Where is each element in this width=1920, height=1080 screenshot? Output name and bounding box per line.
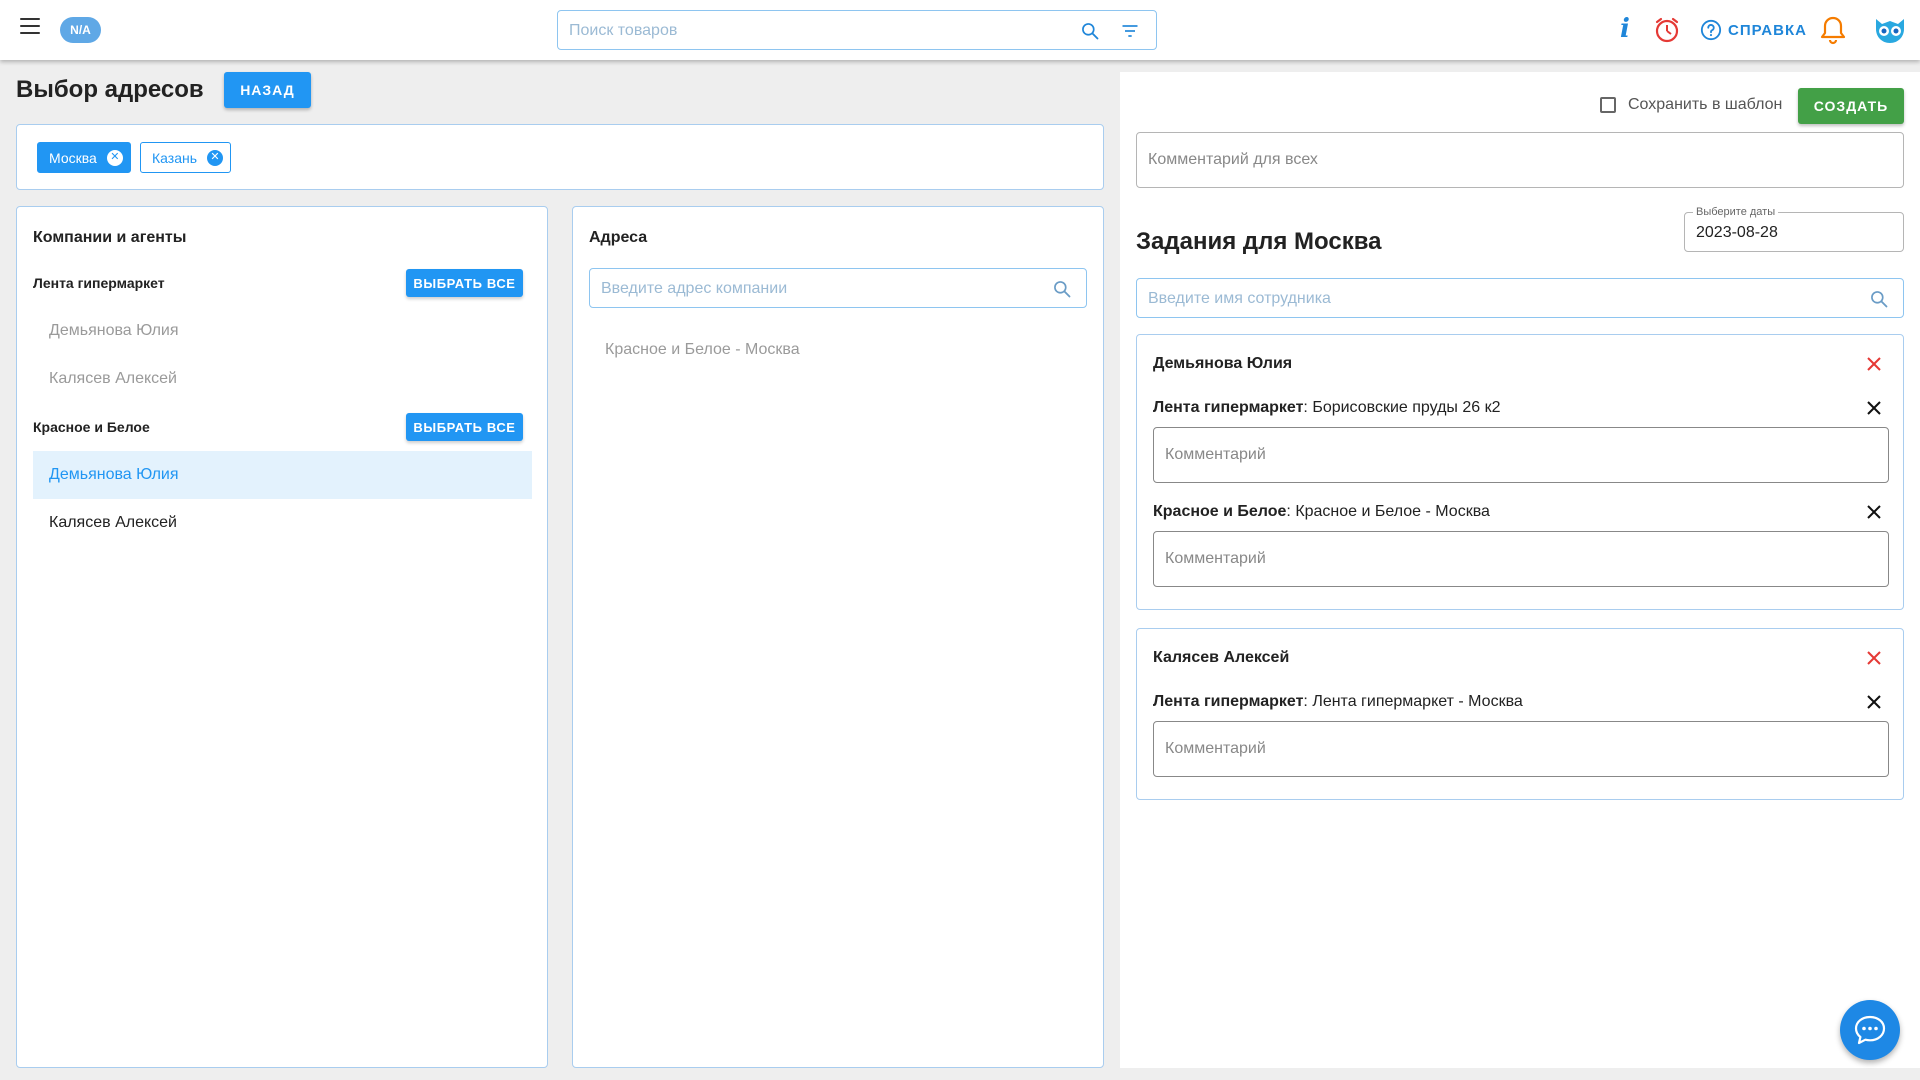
employee-name: Демьянова Юлия [1153,355,1293,372]
page-title: Выбор адресов [16,76,204,103]
close-icon[interactable]: ✕ [106,149,123,166]
addresses-panel: Адреса Красное и Белое - Москва [572,206,1104,1068]
menu-icon[interactable] [20,18,40,38]
help-link[interactable]: СПРАВКА [1700,18,1807,42]
search-icon[interactable] [1869,289,1889,309]
agent-item[interactable]: Демьянова Юлия [33,307,532,355]
close-icon[interactable] [1865,399,1883,417]
employee-search-input[interactable] [1148,288,1848,310]
back-button[interactable]: НАЗАД [224,72,311,108]
agent-item[interactable]: Калясев Алексей [33,499,532,547]
task-line: Лента гипермаркет: Борисовские пруды 26 … [1153,399,1501,417]
tasks-panel: Сохранить в шаблон СОЗДАТЬ Задания для М… [1120,72,1920,1068]
save-template-label: Сохранить в шаблон [1628,96,1783,113]
task-address: : Красное и Белое - Москва [1286,503,1490,520]
task-company: Лента гипермаркет [1153,693,1304,710]
search-icon[interactable] [1080,21,1100,41]
filter-icon[interactable] [1120,21,1140,41]
select-all-button[interactable]: ВЫБРАТЬ ВСЕ [406,413,523,441]
help-label: СПРАВКА [1728,21,1807,39]
task-line: Лента гипермаркет: Лента гипермаркет - М… [1153,693,1523,711]
task-line: Красное и Белое: Красное и Белое - Москв… [1153,503,1490,521]
addresses-panel-title: Адреса [589,229,648,246]
city-chip-moscow[interactable]: Москва ✕ [37,142,131,173]
address-item[interactable]: Красное и Белое - Москва [605,341,800,359]
city-chip-kazan[interactable]: Казань ✕ [140,142,232,173]
date-input[interactable] [1696,222,1886,244]
city-chip-label: Москва [49,149,97,166]
search-icon[interactable] [1052,279,1072,299]
close-icon[interactable] [1865,503,1883,521]
companies-panel-title: Компании и агенты [33,229,187,246]
address-search-input[interactable] [601,278,1041,300]
task-comment-field[interactable] [1153,531,1889,587]
help-icon [1700,19,1722,41]
clock-icon[interactable] [1653,16,1681,44]
company-group-title: Красное и Белое [33,419,150,435]
product-search-input[interactable] [569,20,1069,42]
task-comment-field[interactable] [1153,721,1889,777]
task-address: : Борисовские пруды 26 к2 [1303,399,1501,416]
address-search[interactable] [589,268,1087,308]
bell-icon[interactable] [1820,15,1846,45]
city-chips-card: Москва ✕ Казань ✕ [16,124,1104,190]
city-chip-label: Казань [152,149,198,166]
employee-search[interactable] [1136,278,1904,318]
save-template-checkbox[interactable]: Сохранить в шаблон [1600,96,1782,114]
create-button[interactable]: СОЗДАТЬ [1798,88,1904,124]
comment-all-input[interactable] [1148,149,1848,171]
close-icon[interactable] [1865,693,1883,711]
date-picker[interactable]: Выберите даты [1684,206,1904,252]
chat-icon [1854,1015,1886,1045]
employee-task-card: Калясев Алексей Лента гипермаркет: Лента… [1136,628,1904,800]
comment-all-field[interactable] [1136,132,1904,188]
agent-item[interactable]: Демьянова Юлия [33,451,532,499]
task-comment-field[interactable] [1153,427,1889,483]
select-all-button[interactable]: ВЫБРАТЬ ВСЕ [406,269,523,297]
task-company: Лента гипермаркет [1153,399,1304,416]
task-comment-input[interactable] [1165,548,1865,570]
close-icon[interactable]: ✕ [207,149,224,166]
close-icon[interactable] [1865,649,1883,667]
agent-item[interactable]: Калясев Алексей [33,355,532,403]
task-company: Красное и Белое [1153,503,1287,520]
checkbox-icon[interactable] [1600,97,1616,113]
employee-name: Калясев Алексей [1153,649,1290,666]
company-group-title: Лента гипермаркет [33,275,165,291]
task-comment-input[interactable] [1165,738,1865,760]
user-badge[interactable]: N/A [60,17,101,43]
date-label: Выберите даты [1693,206,1779,218]
logo-icon[interactable] [1873,13,1907,47]
info-icon[interactable]: i [1620,14,1634,44]
product-search[interactable] [557,10,1157,50]
top-bar: N/A i СПРАВКА [0,0,1920,60]
chat-button[interactable] [1840,1000,1900,1060]
companies-panel: Компании и агенты Лента гипермаркет ВЫБР… [16,206,548,1068]
close-icon[interactable] [1865,355,1883,373]
tasks-title: Задания для Москва [1136,228,1382,255]
employee-task-card: Демьянова Юлия Лента гипермаркет: Борисо… [1136,334,1904,610]
task-address: : Лента гипермаркет - Москва [1303,693,1523,710]
task-comment-input[interactable] [1165,444,1865,466]
